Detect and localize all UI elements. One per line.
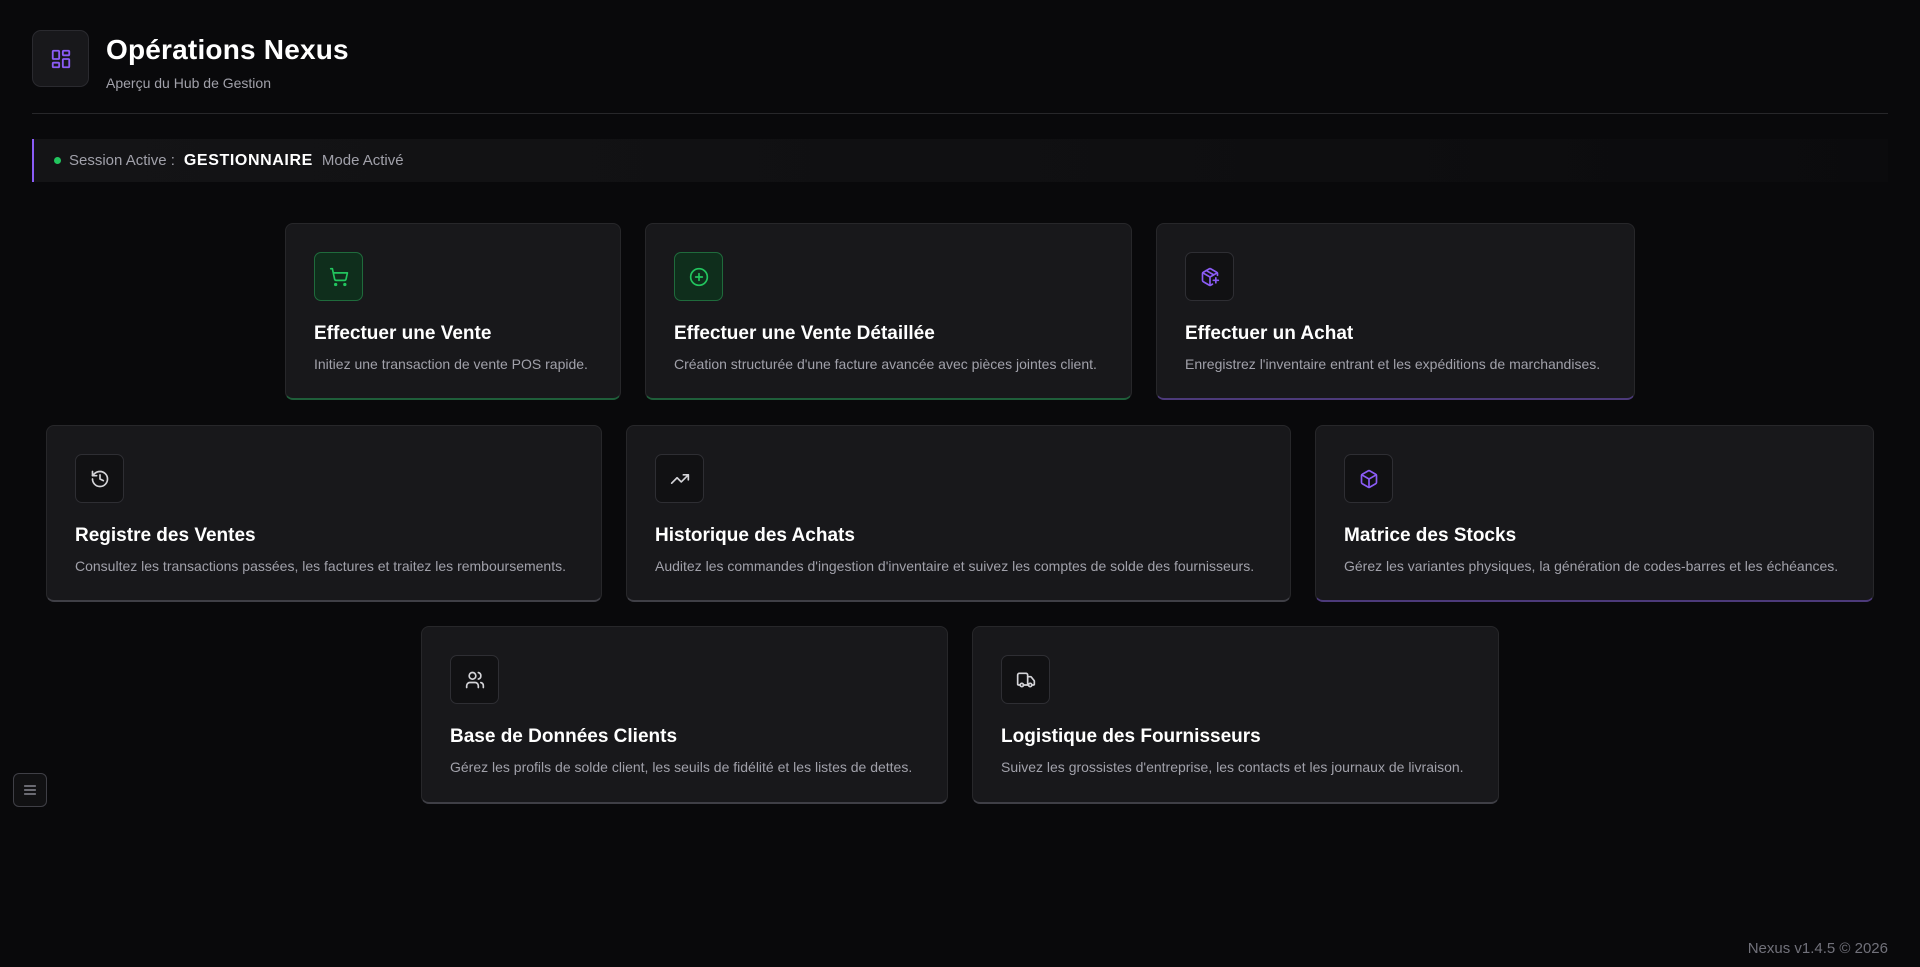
card-historique-achats[interactable]: Historique des Achats Auditez les comman…	[626, 425, 1291, 602]
cart-icon	[329, 267, 348, 286]
card-vente-detaillee[interactable]: Effectuer une Vente Détaillée Création s…	[645, 223, 1132, 400]
header-divider	[32, 113, 1888, 114]
card-description: Gérez les profils de solde client, les s…	[450, 759, 913, 775]
trending-up-icon	[670, 473, 689, 484]
card-title: Base de Données Clients	[450, 726, 678, 747]
session-role: GESTIONNAIRE	[183, 151, 313, 169]
menu-icon	[24, 785, 36, 795]
session-banner: Session Active : GESTIONNAIRE Mode Activ…	[32, 139, 1888, 182]
card-effectuer-achat[interactable]: Effectuer un Achat Enregistrez l'inventa…	[1156, 223, 1635, 400]
operations-hub-page: Opérations Nexus Aperçu du Hub de Gestio…	[0, 0, 1920, 967]
card-description: Gérez les variantes physiques, la généra…	[1344, 558, 1839, 574]
session-mode: Mode Activé	[321, 152, 404, 169]
plus-circle-icon	[689, 267, 708, 286]
users-icon	[465, 671, 484, 688]
card-title: Effectuer une Vente	[314, 323, 492, 344]
page-subtitle: Aperçu du Hub de Gestion	[106, 75, 271, 91]
card-description: Consultez les transactions passées, les …	[75, 558, 566, 574]
card-title: Matrice des Stocks	[1344, 525, 1517, 546]
menu-toggle-button[interactable]	[13, 773, 47, 807]
card-description: Suivez les grossistes d'entreprise, les …	[1001, 759, 1464, 775]
status-dot	[54, 157, 61, 164]
page-title: Opérations Nexus	[106, 34, 349, 65]
card-title: Historique des Achats	[655, 525, 855, 546]
card-description: Auditez les commandes d'ingestion d'inve…	[655, 558, 1255, 574]
version-footer: Nexus v1.4.5 © 2026	[1747, 940, 1888, 957]
package-plus-icon	[1201, 267, 1219, 286]
card-title: Effectuer un Achat	[1185, 323, 1354, 344]
session-label: Session Active :	[69, 152, 175, 169]
logo	[32, 30, 89, 87]
card-description: Initiez une transaction de vente POS rap…	[314, 356, 588, 372]
truck-icon	[1016, 672, 1035, 687]
card-matrice-stocks[interactable]: Matrice des Stocks Gérez les variantes p…	[1315, 425, 1874, 602]
history-icon	[91, 470, 108, 487]
box-icon	[1360, 469, 1377, 488]
card-description: Création structurée d'une facture avancé…	[674, 356, 1097, 372]
card-title: Logistique des Fournisseurs	[1001, 726, 1261, 747]
card-registre-ventes[interactable]: Registre des Ventes Consultez les transa…	[46, 425, 602, 602]
card-title: Effectuer une Vente Détaillée	[674, 323, 935, 344]
dashboard-grid-icon	[51, 49, 70, 68]
card-title: Registre des Ventes	[75, 525, 256, 546]
app-header: Opérations Nexus Aperçu du Hub de Gestio…	[32, 30, 349, 91]
card-logistique-fournisseurs[interactable]: Logistique des Fournisseurs Suivez les g…	[972, 626, 1499, 804]
card-description: Enregistrez l'inventaire entrant et les …	[1185, 356, 1601, 372]
card-effectuer-vente[interactable]: Effectuer une Vente Initiez une transact…	[285, 223, 621, 400]
card-base-clients[interactable]: Base de Données Clients Gérez les profil…	[421, 626, 948, 804]
